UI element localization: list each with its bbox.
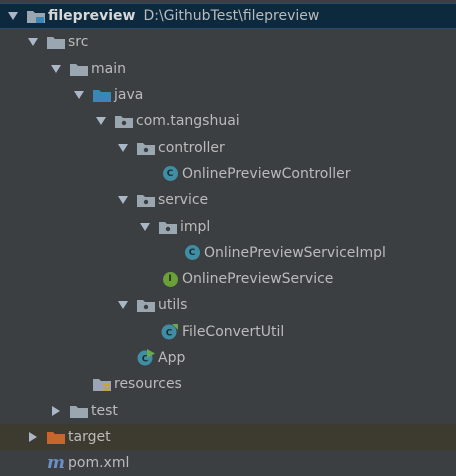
- expand-arrow-icon[interactable]: [116, 141, 130, 155]
- package-icon: [158, 218, 178, 236]
- tree-node-controller[interactable]: controller: [0, 134, 456, 160]
- runnable-class-icon: C: [136, 349, 156, 367]
- expand-arrow-icon[interactable]: [138, 220, 152, 234]
- tree-node-target[interactable]: target: [0, 423, 456, 451]
- folder-label: resources: [114, 376, 182, 393]
- tree-node-resources[interactable]: resources: [0, 371, 456, 397]
- file-label: pom.xml: [68, 455, 130, 472]
- interface-icon: I: [160, 270, 180, 288]
- source-folder-icon: [92, 86, 112, 104]
- tree-node-src[interactable]: src: [0, 29, 456, 55]
- folder-icon: [69, 402, 89, 420]
- resources-folder-icon: [92, 375, 112, 393]
- tree-node-impl[interactable]: impl: [0, 213, 456, 239]
- interface-label: OnlinePreviewService: [182, 271, 334, 288]
- class-label: OnlinePreviewController: [182, 165, 351, 182]
- tree-node-controller-class[interactable]: C OnlinePreviewController: [0, 161, 456, 187]
- svg-text:C: C: [166, 328, 173, 338]
- tree-node-java[interactable]: java: [0, 82, 456, 108]
- class-icon: C: [160, 323, 180, 341]
- tree-node-test[interactable]: test: [0, 397, 456, 423]
- collapsed-arrow-icon[interactable]: [49, 404, 63, 418]
- class-icon: C: [160, 165, 180, 183]
- tree-node-utils-class[interactable]: C FileConvertUtil: [0, 319, 456, 345]
- package-label: impl: [180, 218, 211, 235]
- folder-label: target: [68, 428, 111, 445]
- module-folder-icon: [26, 7, 46, 25]
- tree-node-main[interactable]: main: [0, 56, 456, 82]
- class-label: FileConvertUtil: [182, 323, 285, 340]
- folder-label: test: [91, 402, 118, 419]
- tree-node-service[interactable]: service: [0, 187, 456, 213]
- maven-icon: m: [47, 452, 65, 473]
- package-icon: [136, 191, 156, 209]
- expand-arrow-icon[interactable]: [49, 62, 63, 76]
- package-label: utils: [158, 297, 188, 314]
- project-name: filepreview: [48, 8, 136, 25]
- package-label: controller: [158, 139, 225, 156]
- expand-arrow-icon[interactable]: [94, 114, 108, 128]
- folder-label: src: [68, 34, 89, 51]
- expand-arrow-icon[interactable]: [116, 298, 130, 312]
- expand-arrow-icon[interactable]: [6, 9, 20, 23]
- tree-node-pom[interactable]: m pom.xml: [0, 450, 456, 476]
- expand-arrow-icon[interactable]: [26, 35, 40, 49]
- package-label: com.tangshuai: [136, 113, 240, 130]
- tree-node-project-root[interactable]: filepreview D:\GithubTest\filepreview: [0, 3, 456, 30]
- class-label: OnlinePreviewServiceImpl: [204, 244, 386, 261]
- class-label: App: [158, 350, 186, 366]
- expand-arrow-icon[interactable]: [72, 88, 86, 102]
- package-label: service: [158, 192, 209, 209]
- folder-icon: [46, 33, 66, 51]
- excluded-folder-icon: [46, 428, 66, 446]
- tree-node-app[interactable]: C App: [0, 345, 456, 371]
- tree-node-service-interface[interactable]: I OnlinePreviewService: [0, 266, 456, 292]
- tree-node-impl-class[interactable]: C OnlinePreviewServiceImpl: [0, 240, 456, 266]
- class-icon: C: [182, 244, 202, 262]
- project-tree[interactable]: filepreview D:\GithubTest\filepreview sr…: [0, 3, 456, 476]
- folder-label: java: [114, 87, 144, 104]
- folder-label: main: [91, 60, 126, 77]
- folder-icon: [69, 60, 89, 78]
- expand-arrow-icon[interactable]: [116, 193, 130, 207]
- tree-node-package[interactable]: com.tangshuai: [0, 108, 456, 134]
- package-icon: [136, 139, 156, 157]
- collapsed-arrow-icon[interactable]: [26, 430, 40, 444]
- package-icon: [136, 296, 156, 314]
- project-path: D:\GithubTest\filepreview: [143, 8, 320, 25]
- package-icon: [114, 112, 134, 130]
- tree-node-utils[interactable]: utils: [0, 292, 456, 318]
